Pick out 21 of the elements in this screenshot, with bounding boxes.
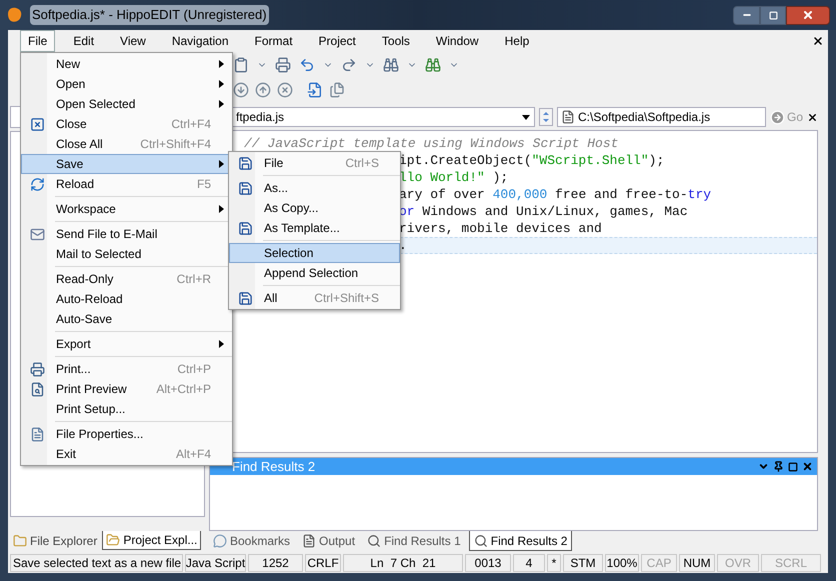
status-cell: 0013 <box>465 554 511 572</box>
status-cell: Ln 7 Ch 21 <box>343 554 463 572</box>
code-line: rivers, mobile devices and <box>399 220 602 238</box>
status-cell: CAP <box>641 554 677 572</box>
panel-title: Find Results 2 <box>232 458 316 476</box>
status-cell: 100% <box>605 554 639 572</box>
status-cell: SCRL <box>761 554 821 572</box>
status-cell: Java Script <box>185 554 246 572</box>
status-cell: CRLF <box>305 554 341 572</box>
status-cell: STM <box>563 554 603 572</box>
code-line: ipt.CreateObject("WScript.Shell"); <box>399 152 664 170</box>
status-cell: Save selected text as a new file <box>10 554 183 572</box>
status-cell: OVR <box>717 554 759 572</box>
status-cell: 1252 <box>248 554 303 572</box>
code-line: . <box>399 236 407 255</box>
window-title: Softpedia.js* - HippoEDIT (Unregistered) <box>30 5 269 25</box>
status-cell: * <box>547 554 561 572</box>
status-cell: NUM <box>679 554 715 572</box>
status-cell: 4 <box>513 554 545 572</box>
code-line: // JavaScript template using Windows Script Host <box>244 134 618 153</box>
code-line: llo World!" ); <box>399 168 508 187</box>
